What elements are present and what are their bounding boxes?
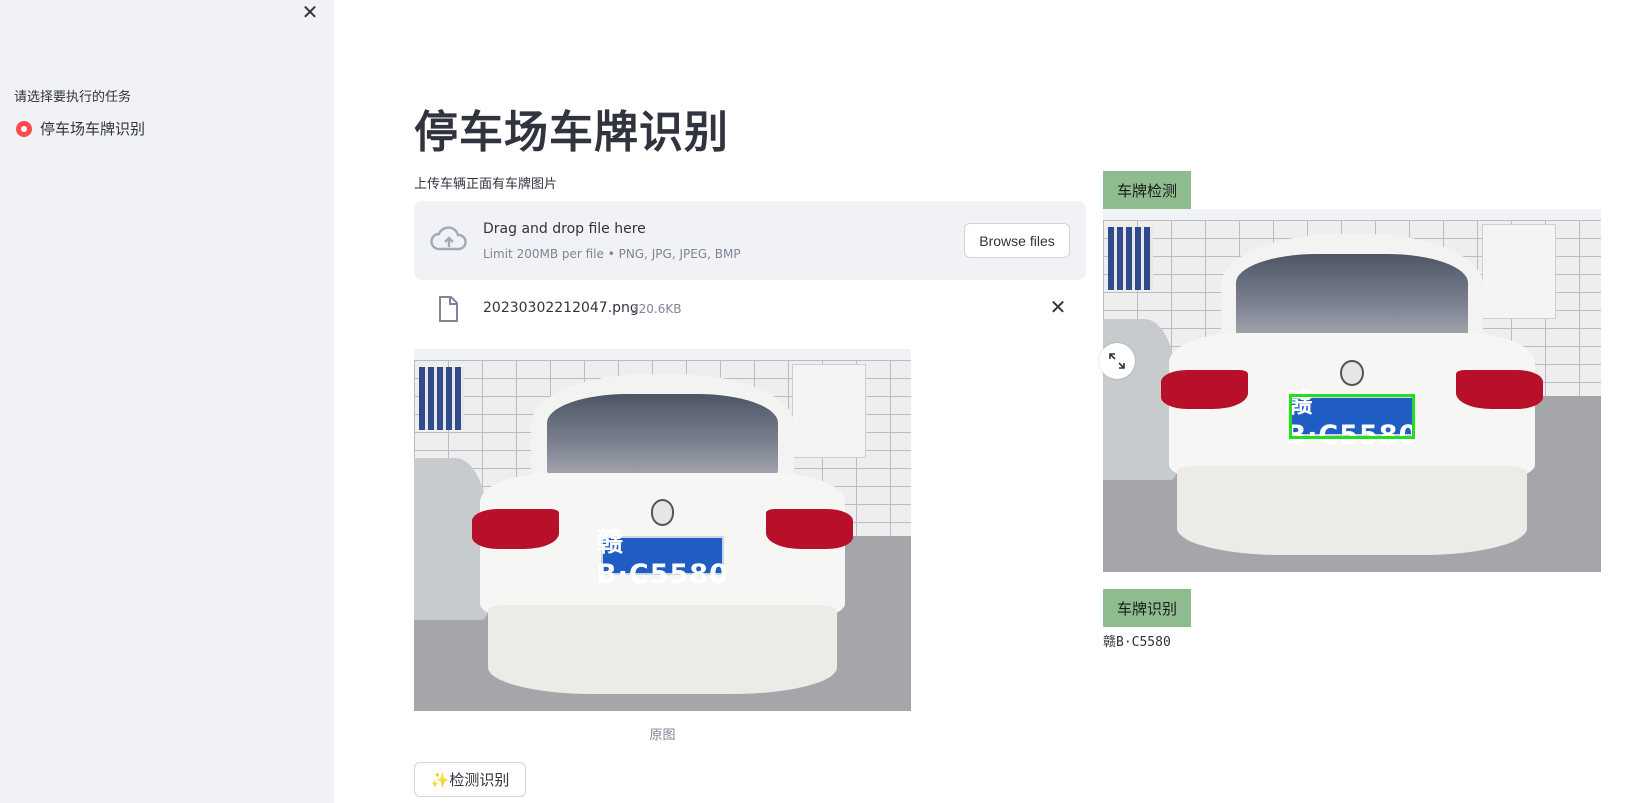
car-photo: 赣B·C5580 bbox=[1103, 220, 1601, 572]
tail-light-right bbox=[765, 509, 854, 549]
car-photo: 赣B·C5580 bbox=[414, 360, 911, 711]
uploader-label: 上传车辆正面有车牌图片 bbox=[414, 177, 558, 192]
browse-files-button[interactable]: Browse files bbox=[964, 223, 1070, 258]
detect-recognize-button[interactable]: ✨检测识别 bbox=[414, 762, 526, 797]
plate-result-text: 赣B·C5580 bbox=[1103, 635, 1171, 650]
tail-light-left bbox=[1160, 369, 1249, 410]
tail-light-left bbox=[471, 509, 560, 549]
plate-recognition-tag: 车牌识别 bbox=[1103, 589, 1192, 627]
file-size: 320.6KB bbox=[631, 302, 682, 316]
detection-bounding-box bbox=[1289, 393, 1415, 439]
image-caption: 原图 bbox=[649, 728, 676, 743]
car-rear-window bbox=[547, 393, 778, 477]
plate-detection-tag: 车牌检测 bbox=[1103, 171, 1192, 209]
car: 赣B·C5580 bbox=[1153, 234, 1551, 565]
close-icon[interactable]: ✕ bbox=[297, 0, 323, 24]
file-name: 20230302212047.png bbox=[483, 300, 639, 316]
car-bumper bbox=[487, 604, 838, 695]
license-plate: 赣B·C5580 bbox=[596, 527, 729, 591]
car-rear-window bbox=[1236, 253, 1468, 337]
dropzone-limits: Limit 200MB per file • PNG, JPG, JPEG, B… bbox=[483, 247, 741, 261]
image-padding bbox=[1103, 209, 1601, 220]
cloud-upload-icon bbox=[430, 226, 467, 251]
expand-icon[interactable] bbox=[1099, 343, 1135, 379]
radio-selected-icon[interactable] bbox=[16, 120, 32, 137]
uploaded-file-row: 20230302212047.png 320.6KB ✕ bbox=[414, 292, 1086, 328]
window bbox=[1107, 227, 1153, 291]
car: 赣B·C5580 bbox=[464, 374, 862, 704]
sidebar: ✕ 请选择要执行的任务 停车场车牌识别 bbox=[0, 0, 334, 803]
detection-image: 赣B·C5580 bbox=[1103, 209, 1601, 572]
page-title: 停车场车牌识别 bbox=[414, 107, 729, 158]
image-padding bbox=[414, 349, 911, 360]
file-dropzone[interactable]: Drag and drop file here Limit 200MB per … bbox=[414, 201, 1086, 280]
dropzone-title: Drag and drop file here bbox=[483, 221, 646, 237]
window bbox=[418, 367, 464, 431]
car-bumper bbox=[1176, 465, 1528, 556]
radio-option-label: 停车场车牌识别 bbox=[40, 120, 146, 138]
task-select-label: 请选择要执行的任务 bbox=[14, 90, 132, 105]
remove-file-icon[interactable]: ✕ bbox=[1046, 295, 1070, 319]
expand-icon-glyph bbox=[1109, 353, 1125, 369]
original-image: 赣B·C5580 bbox=[414, 349, 911, 711]
radio-option-parking-plate[interactable]: 停车场车牌识别 bbox=[16, 118, 145, 139]
file-icon bbox=[439, 296, 458, 322]
tail-light-right bbox=[1455, 369, 1544, 410]
